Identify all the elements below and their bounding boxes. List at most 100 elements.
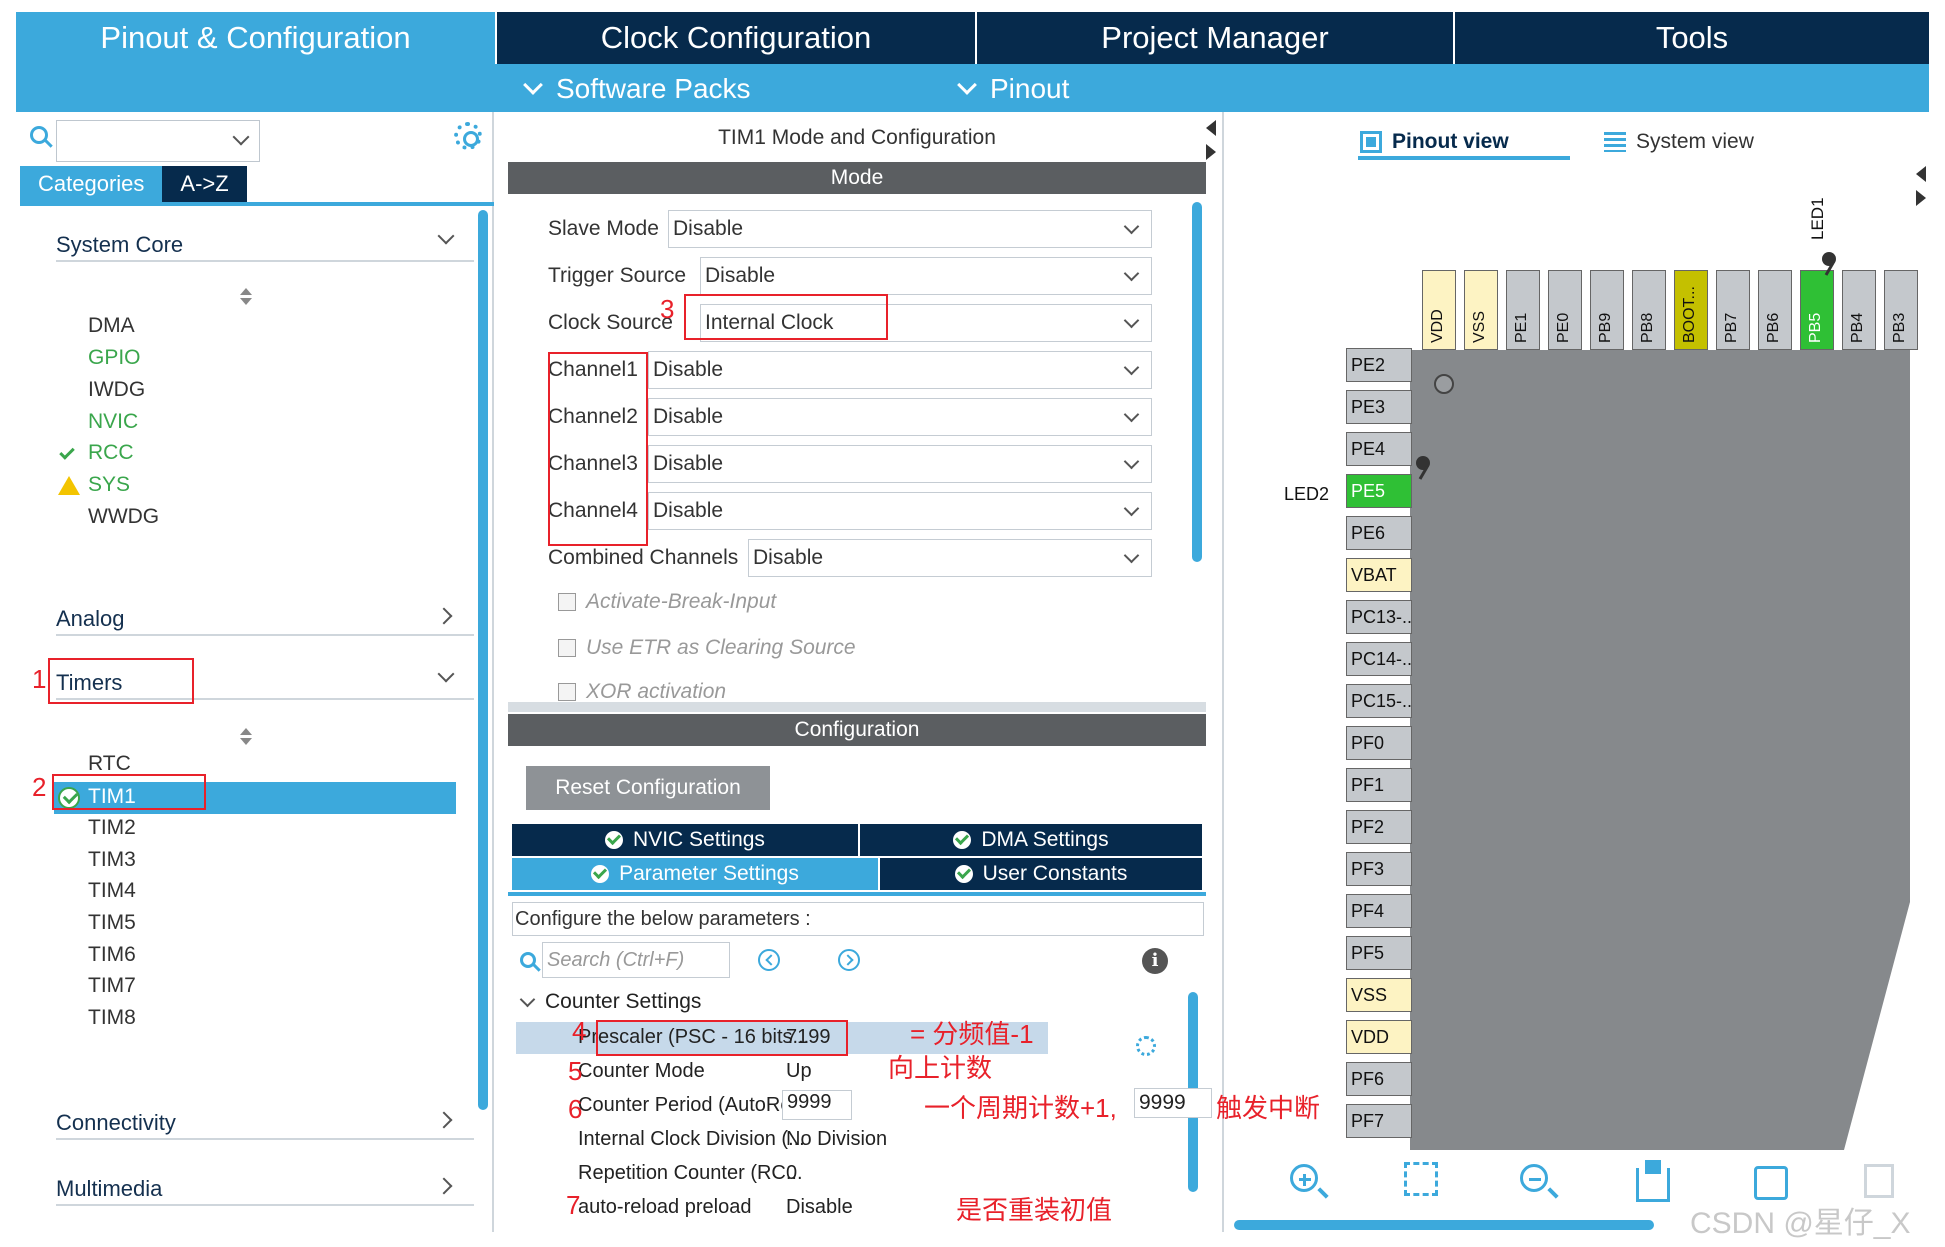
pin-pb8[interactable]: PB8	[1632, 270, 1666, 350]
pin-pe1[interactable]: PE1	[1506, 270, 1540, 350]
collapse-left-icon[interactable]	[1916, 166, 1926, 182]
use-etr-row[interactable]: Use ETR as Clearing Source	[558, 634, 856, 662]
pin-pf1[interactable]: PF1	[1346, 768, 1412, 802]
zoom-in-icon[interactable]	[1290, 1164, 1318, 1192]
pin-pf4[interactable]: PF4	[1346, 894, 1412, 928]
gear-icon[interactable]	[454, 122, 482, 150]
list-item-nvic[interactable]: NVIC	[88, 408, 138, 436]
pin-vss[interactable]: VSS	[1464, 270, 1498, 350]
list-item-tim4[interactable]: TIM4	[88, 877, 136, 905]
list-item-tim8[interactable]: TIM8	[88, 1004, 136, 1032]
tab-nvic-settings[interactable]: NVIC Settings	[512, 824, 858, 856]
split-view-icon[interactable]	[1864, 1164, 1894, 1198]
tab-user-constants[interactable]: User Constants	[880, 858, 1202, 890]
pin-pf7[interactable]: PF7	[1346, 1104, 1412, 1138]
pin-pf5[interactable]: PF5	[1346, 936, 1412, 970]
gear-icon[interactable]	[1136, 1036, 1156, 1056]
splitter[interactable]	[508, 702, 1206, 712]
param-value[interactable]: Up	[786, 1060, 812, 1083]
pin-pe4[interactable]: PE4	[1346, 432, 1412, 466]
pin-vdd-left[interactable]: VDD	[1346, 1020, 1412, 1054]
pin-pe3[interactable]: PE3	[1346, 390, 1412, 424]
list-item-tim5[interactable]: TIM5	[88, 909, 136, 937]
pin-pf6[interactable]: PF6	[1346, 1062, 1412, 1096]
tab-a-z[interactable]: A->Z	[162, 166, 247, 202]
pin-vss-left[interactable]: VSS	[1346, 978, 1412, 1012]
pin-pb9[interactable]: PB9	[1590, 270, 1624, 350]
pin-pc15[interactable]: PC15-...	[1346, 684, 1412, 718]
checkbox[interactable]	[558, 639, 576, 657]
expand-right-icon[interactable]	[1206, 144, 1216, 160]
pin-pf3[interactable]: PF3	[1346, 852, 1412, 886]
pin-pb7[interactable]: PB7	[1716, 270, 1750, 350]
list-item-tim6[interactable]: TIM6	[88, 941, 136, 969]
pin-pe0[interactable]: PE0	[1548, 270, 1582, 350]
tab-system-view[interactable]: System view	[1604, 122, 1754, 162]
section-analog[interactable]: Analog	[56, 598, 474, 636]
checkbox[interactable]	[558, 683, 576, 701]
pin-pb5[interactable]: PB5	[1800, 270, 1834, 350]
list-item-rcc[interactable]: RCC	[88, 439, 134, 467]
combined-channels-select[interactable]: Disable	[748, 539, 1152, 577]
channel3-select[interactable]: Disable	[648, 445, 1152, 483]
chevron-down-icon[interactable]	[232, 128, 250, 146]
software-packs-menu[interactable]: Software Packs	[523, 73, 751, 105]
pin-pb4[interactable]: PB4	[1842, 270, 1876, 350]
param-value[interactable]: Disable	[786, 1196, 853, 1219]
pin-pc13[interactable]: PC13-...	[1346, 600, 1412, 634]
fit-screen-icon[interactable]	[1404, 1162, 1438, 1196]
checkbox[interactable]	[558, 593, 576, 611]
list-item-dma[interactable]: DMA	[88, 312, 135, 340]
tab-clock-configuration[interactable]: Clock Configuration	[497, 12, 977, 64]
list-item-iwdg[interactable]: IWDG	[88, 376, 145, 404]
pin-pe2[interactable]: PE2	[1346, 348, 1412, 382]
counter-period-input[interactable]: 9999	[782, 1090, 852, 1120]
expand-right-icon[interactable]	[1916, 190, 1926, 206]
zoom-out-icon[interactable]	[1520, 1164, 1548, 1192]
param-row-clock-division[interactable]: Internal Clock Division (... No Division	[516, 1124, 1048, 1156]
tab-tools[interactable]: Tools	[1455, 12, 1929, 64]
list-item-tim7[interactable]: TIM7	[88, 972, 136, 1000]
list-item-tim2[interactable]: TIM2	[88, 814, 136, 842]
list-item-gpio[interactable]: GPIO	[88, 344, 141, 372]
pin-pc14[interactable]: PC14-...	[1346, 642, 1412, 676]
pin-pf2[interactable]: PF2	[1346, 810, 1412, 844]
param-row-repetition-counter[interactable]: Repetition Counter (RC... 0	[516, 1158, 1048, 1190]
pin-vbat[interactable]: VBAT	[1346, 558, 1412, 592]
list-item-wwdg[interactable]: WWDG	[88, 503, 159, 531]
trigger-source-select[interactable]: Disable	[700, 257, 1152, 295]
counter-settings-group[interactable]: Counter Settings	[519, 990, 701, 1014]
pinout-menu[interactable]: Pinout	[957, 73, 1069, 105]
list-item-sys[interactable]: SYS	[88, 471, 130, 499]
scrollbar[interactable]	[478, 210, 488, 1110]
tab-parameter-settings[interactable]: Parameter Settings	[512, 858, 878, 890]
pin-pe5[interactable]: PE5	[1346, 474, 1412, 508]
slave-mode-select[interactable]: Disable	[668, 210, 1152, 248]
channel4-select[interactable]: Disable	[648, 492, 1152, 530]
mcu-chip-body[interactable]	[1410, 350, 1910, 1150]
tab-dma-settings[interactable]: DMA Settings	[860, 824, 1202, 856]
section-system-core[interactable]: System Core	[56, 224, 474, 262]
tab-project-manager[interactable]: Project Manager	[977, 12, 1455, 64]
rotate-icon[interactable]	[1754, 1166, 1788, 1200]
pin-pf0[interactable]: PF0	[1346, 726, 1412, 760]
channel2-select[interactable]: Disable	[648, 398, 1152, 436]
search-combo[interactable]	[56, 120, 260, 162]
tab-pinout-configuration[interactable]: Pinout & Configuration	[16, 12, 497, 64]
pin-pb3[interactable]: PB3	[1884, 270, 1918, 350]
info-icon[interactable]: i	[1142, 948, 1168, 974]
section-multimedia[interactable]: Multimedia	[56, 1168, 474, 1206]
collapse-left-icon[interactable]	[1206, 120, 1216, 136]
tab-categories[interactable]: Categories	[20, 166, 163, 202]
activate-break-input-row[interactable]: Activate-Break-Input	[558, 588, 776, 616]
pin-vdd[interactable]: VDD	[1422, 270, 1456, 350]
scrollbar[interactable]	[1192, 202, 1202, 562]
next-icon[interactable]	[838, 949, 860, 971]
param-value[interactable]: 0	[786, 1162, 797, 1185]
previous-icon[interactable]	[758, 949, 780, 971]
scrollbar[interactable]	[1234, 1220, 1654, 1230]
channel1-select[interactable]: Disable	[648, 351, 1152, 389]
pin-pb6[interactable]: PB6	[1758, 270, 1792, 350]
list-item-tim3[interactable]: TIM3	[88, 846, 136, 874]
reset-configuration-button[interactable]: Reset Configuration	[526, 766, 770, 810]
